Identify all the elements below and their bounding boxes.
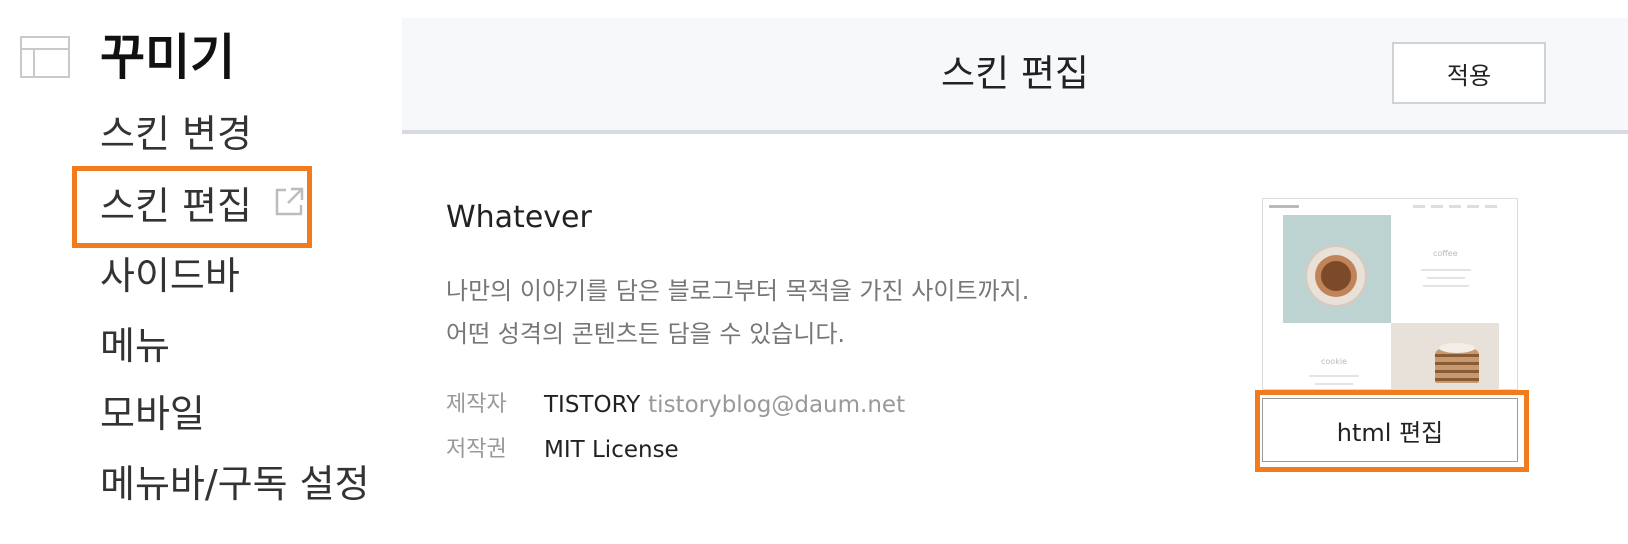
sidebar-item-menu[interactable]: 메뉴 [100, 320, 170, 372]
skin-thumbnail: coffee cookie [1262, 198, 1518, 390]
skin-description-line: 어떤 성격의 콘텐츠든 담을 수 있습니다. [446, 320, 846, 348]
thumbnail-tile-label: cookie [1321, 357, 1347, 366]
skin-description-line: 나만의 이야기를 담은 블로그부터 목적을 가진 사이트까지. [446, 277, 1030, 305]
thumbnail-tile-label: coffee [1433, 249, 1458, 258]
author-name: TISTORY [544, 392, 641, 418]
coffee-cup-image [1283, 215, 1391, 323]
sidebar-item-menubar-subscribe[interactable]: 메뉴바/구독 설정 [100, 458, 370, 510]
sidebar-item-label: 메뉴바/구독 설정 [100, 462, 370, 506]
author-label: 제작자 [446, 392, 507, 417]
sidebar-title: 꾸미기 [100, 29, 236, 86]
sidebar-item-label: 메뉴 [100, 324, 170, 368]
cake-image [1391, 323, 1499, 389]
skin-edit-highlight [72, 166, 312, 248]
html-edit-highlight [1255, 390, 1529, 472]
sidebar-item-mobile[interactable]: 모바일 [100, 388, 205, 440]
license-value: MIT License [544, 437, 679, 463]
sidebar-item-label: 사이드바 [100, 254, 240, 298]
sidebar-item-label: 모바일 [100, 392, 205, 436]
sidebar-layout-icon [20, 36, 70, 78]
sidebar-item-sidebar[interactable]: 사이드바 [100, 250, 240, 302]
page-header: 스킨 편집 적용 [402, 18, 1628, 134]
sidebar-item-label: 스킨 변경 [100, 112, 252, 156]
author-value: TISTORY tistoryblog@daum.net [544, 389, 905, 421]
sidebar-item-skin-change[interactable]: 스킨 변경 [100, 108, 252, 160]
author-email: tistoryblog@daum.net [648, 392, 906, 418]
skin-name: Whatever [446, 200, 592, 235]
apply-button[interactable]: 적용 [1392, 42, 1546, 104]
license-label: 저작권 [446, 437, 507, 462]
